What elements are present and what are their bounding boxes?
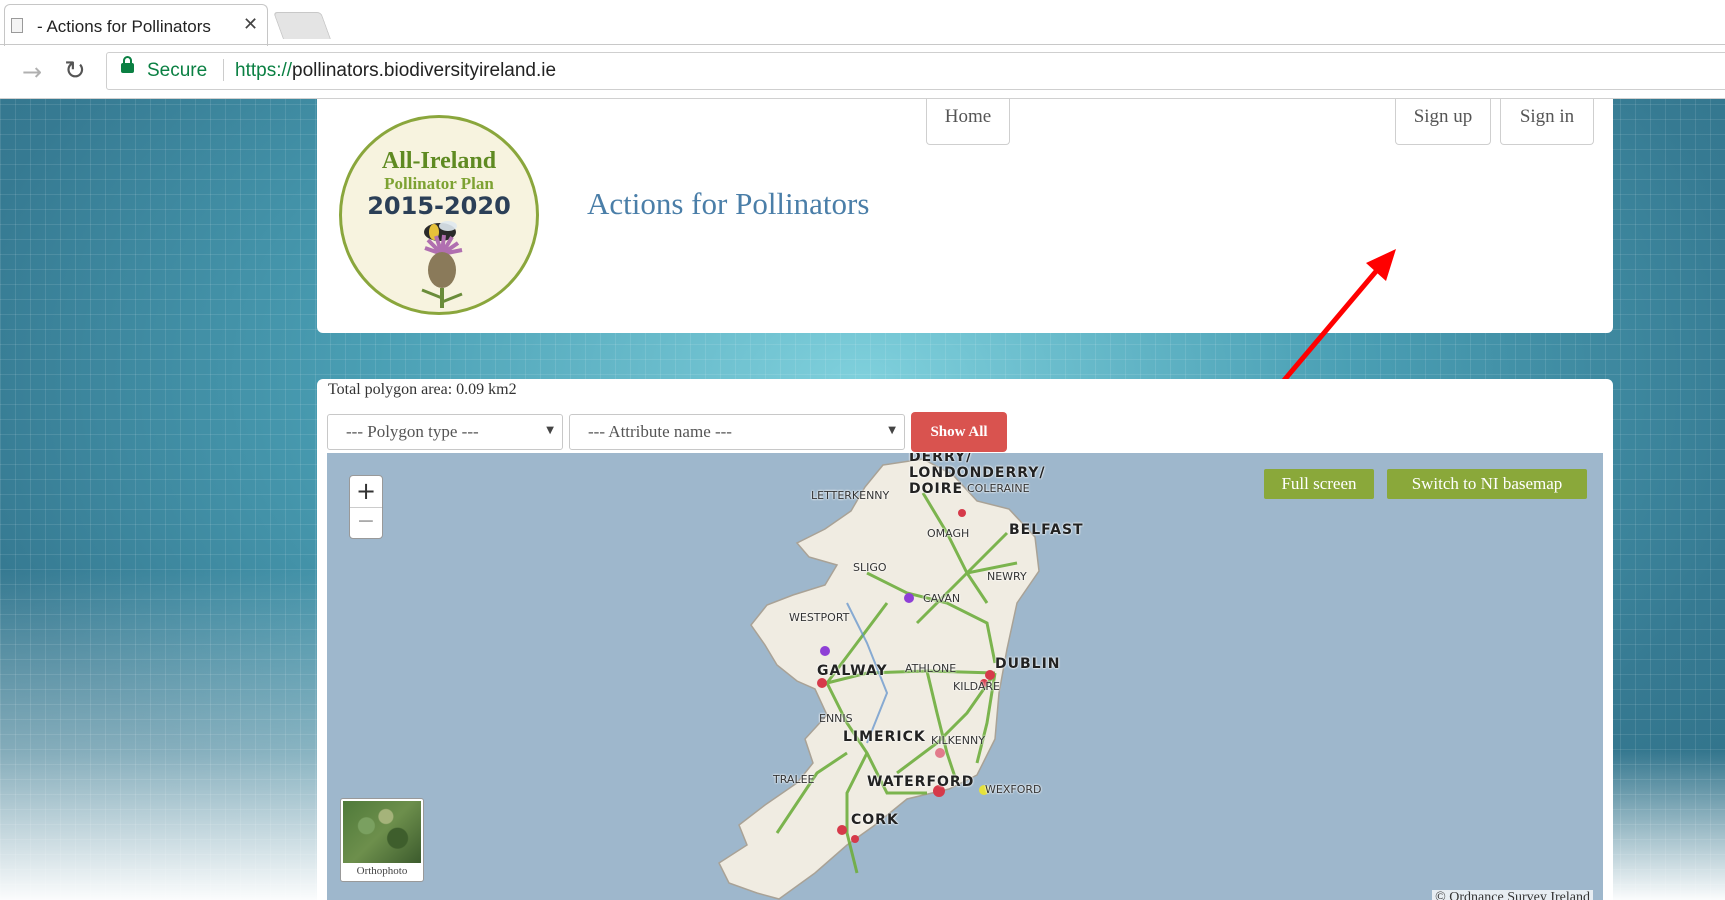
show-all-button[interactable]: Show All	[911, 412, 1007, 452]
secure-label: Secure	[147, 60, 208, 81]
town-label: DUBLIN	[995, 656, 1061, 672]
new-tab-button[interactable]	[273, 12, 331, 39]
site-title[interactable]: Actions for Pollinators	[587, 186, 869, 222]
switch-basemap-button[interactable]: Switch to NI basemap	[1387, 469, 1587, 499]
town-label: CORK	[851, 812, 899, 828]
page-icon	[11, 18, 23, 33]
total-polygon-area: Total polygon area: 0.09 km2	[328, 381, 517, 398]
town-label: DOIRE	[909, 481, 964, 497]
bee-on-thistle-icon	[421, 221, 463, 308]
url-scheme: https://	[235, 60, 293, 81]
nav-home-button[interactable]: Home	[926, 99, 1010, 145]
browser-tab[interactable]: - Actions for Pollinators ✕	[4, 4, 268, 46]
browser-tab-bar: - Actions for Pollinators ✕	[0, 0, 1725, 46]
orthophoto-thumbnail	[343, 801, 421, 863]
caret-down-icon: ▼	[546, 425, 554, 436]
url-text[interactable]: https://pollinators.biodiversityireland.…	[235, 60, 556, 82]
logo-line-1: All-Ireland	[381, 148, 497, 174]
town-label: TRALEE	[773, 773, 815, 786]
town-label: LETTERKENNY	[811, 489, 890, 502]
annotation-arrow	[1273, 249, 1396, 393]
town-label: KILKENNY	[931, 734, 985, 747]
logo-line-2: Pollinator Plan	[384, 174, 494, 193]
ireland-basemap	[718, 458, 1040, 900]
attribute-name-select[interactable]: --- Attribute name --- ▼	[569, 414, 905, 450]
logo-line-3: 2015-2020	[367, 192, 511, 220]
background-fade	[0, 570, 320, 900]
zoom-control: + −	[349, 475, 383, 539]
town-label: ATHLONE	[905, 662, 957, 675]
address-bar[interactable]: Secure https://pollinators.biodiversityi…	[106, 52, 1725, 90]
header-card: All-Ireland Pollinator Plan 2015-2020 Ac…	[317, 99, 1613, 333]
zoom-out-button[interactable]: −	[350, 508, 382, 538]
map-card: Total polygon area: 0.09 km2 --- Polygon…	[317, 379, 1613, 900]
tab-divider	[0, 44, 1725, 45]
town-label: NEWRY	[987, 570, 1027, 583]
close-icon[interactable]: ✕	[243, 14, 258, 35]
town-label: LONDONDERRY/	[909, 465, 1046, 481]
town-label: GALWAY	[817, 663, 888, 679]
town-label: DERRY/	[909, 453, 973, 465]
url-separator	[223, 59, 224, 81]
town-label: BELFAST	[1009, 522, 1084, 538]
town-label: SLIGO	[853, 561, 887, 574]
town-label: COLERAINE	[967, 482, 1030, 495]
town-label: CAVAN	[923, 592, 961, 605]
url-host: pollinators.biodiversityireland.ie	[292, 60, 557, 81]
lock-icon	[121, 56, 134, 73]
sign-in-button[interactable]: Sign in	[1500, 99, 1594, 145]
zoom-in-button[interactable]: +	[350, 476, 382, 508]
caret-down-icon: ▼	[888, 425, 896, 436]
sign-up-button[interactable]: Sign up	[1395, 99, 1491, 145]
reload-icon[interactable]: ↻	[64, 56, 86, 86]
forward-icon[interactable]: →	[22, 58, 42, 86]
tab-title: - Actions for Pollinators	[37, 17, 211, 36]
town-label: LIMERICK	[843, 729, 926, 745]
town-label: ENNIS	[819, 712, 853, 725]
browser-toolbar: → ↻ Secure https://pollinators.biodivers…	[0, 46, 1725, 99]
map-attribution[interactable]: © Ordnance Survey Ireland	[1432, 890, 1593, 900]
pollinator-plan-logo[interactable]: All-Ireland Pollinator Plan 2015-2020	[339, 115, 539, 315]
town-label: WEXFORD	[985, 783, 1042, 796]
town-label: WATERFORD	[867, 774, 975, 790]
page-background: All-Ireland Pollinator Plan 2015-2020 Ac…	[0, 99, 1725, 900]
full-screen-button[interactable]: Full screen	[1264, 469, 1374, 499]
map-view[interactable]: DERRY/ LONDONDERRY/ DOIRE COLERAINE LETT…	[327, 453, 1603, 900]
orthophoto-toggle[interactable]: Orthophoto	[340, 798, 424, 882]
town-label: WESTPORT	[789, 611, 850, 624]
town-label: OMAGH	[927, 527, 970, 540]
town-label: KILDARE	[953, 680, 1000, 693]
polygon-type-select[interactable]: --- Polygon type --- ▼	[327, 414, 563, 450]
polygon-type-value: --- Polygon type ---	[346, 422, 479, 441]
orthophoto-label: Orthophoto	[356, 865, 408, 877]
attribute-name-value: --- Attribute name ---	[588, 422, 732, 441]
